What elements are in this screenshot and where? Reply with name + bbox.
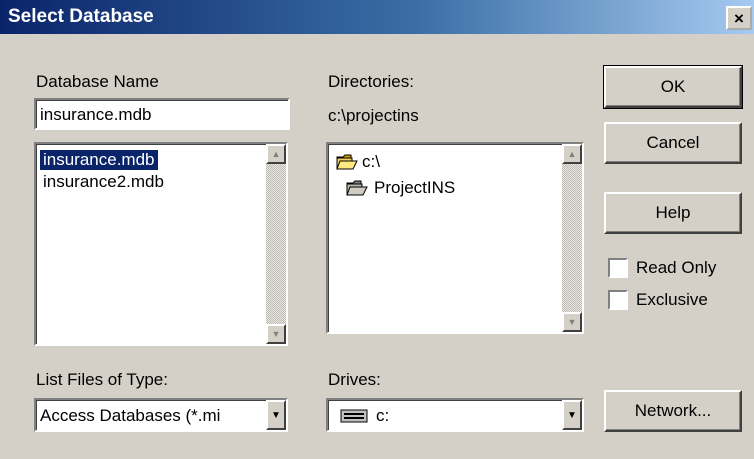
file-type-dropdown-button[interactable]: ▼ [266,400,286,430]
close-icon: × [734,8,744,28]
window-title: Select Database [8,6,154,27]
title-bar: Select Database × [0,0,754,34]
directory-item-root[interactable]: c:\ [336,152,380,172]
up-arrow-icon: ▲ [271,149,281,159]
file-list-scrollbar[interactable]: ▲ ▼ [266,144,286,344]
down-arrow-icon: ▼ [567,317,577,327]
ok-button[interactable]: OK [603,65,743,109]
directory-list-scrollbar[interactable]: ▲ ▼ [562,144,582,332]
read-only-option[interactable]: Read Only [608,258,716,278]
scroll-down-button[interactable]: ▼ [266,324,286,344]
current-path: c:\projectins [328,106,419,125]
down-arrow-icon: ▼ [271,329,281,339]
exclusive-checkbox[interactable] [608,290,628,310]
list-item[interactable]: insurance.mdb [40,150,158,170]
chevron-down-icon: ▼ [271,409,281,421]
read-only-checkbox[interactable] [608,258,628,278]
open-folder-icon [346,180,368,196]
read-only-label: Read Only [636,258,717,277]
close-button[interactable]: × [726,6,752,30]
database-name-label: Database Name [36,72,159,91]
chevron-down-icon: ▼ [567,409,577,421]
open-folder-icon [336,154,358,170]
scroll-up-button[interactable]: ▲ [266,144,286,164]
file-type-select[interactable]: Access Databases (*.mi ▼ [34,398,288,432]
scroll-down-button[interactable]: ▼ [562,312,582,332]
drive-value: c: [340,406,389,426]
drives-label: Drives: [328,370,381,389]
list-item[interactable]: insurance2.mdb [40,172,167,192]
directories-label: Directories: [328,72,414,91]
drive-icon [340,409,368,423]
network-button[interactable]: Network... [604,390,742,432]
directory-list[interactable]: c:\ ProjectINS ▲ ▼ [326,142,584,334]
file-type-label: List Files of Type: [36,370,168,389]
file-type-value: Access Databases (*.mi [40,406,221,425]
drives-dropdown-button[interactable]: ▼ [562,400,582,430]
drives-select[interactable]: c: ▼ [326,398,584,432]
up-arrow-icon: ▲ [567,149,577,159]
directory-item-projectins[interactable]: ProjectINS [346,178,455,198]
database-file-list[interactable]: insurance.mdb insurance2.mdb ▲ ▼ [34,142,288,346]
database-name-input[interactable]: insurance.mdb [34,98,290,130]
help-button[interactable]: Help [604,192,742,234]
exclusive-label: Exclusive [636,290,708,309]
exclusive-option[interactable]: Exclusive [608,290,708,310]
cancel-button[interactable]: Cancel [604,122,742,164]
database-name-value: insurance.mdb [40,105,152,124]
scroll-up-button[interactable]: ▲ [562,144,582,164]
